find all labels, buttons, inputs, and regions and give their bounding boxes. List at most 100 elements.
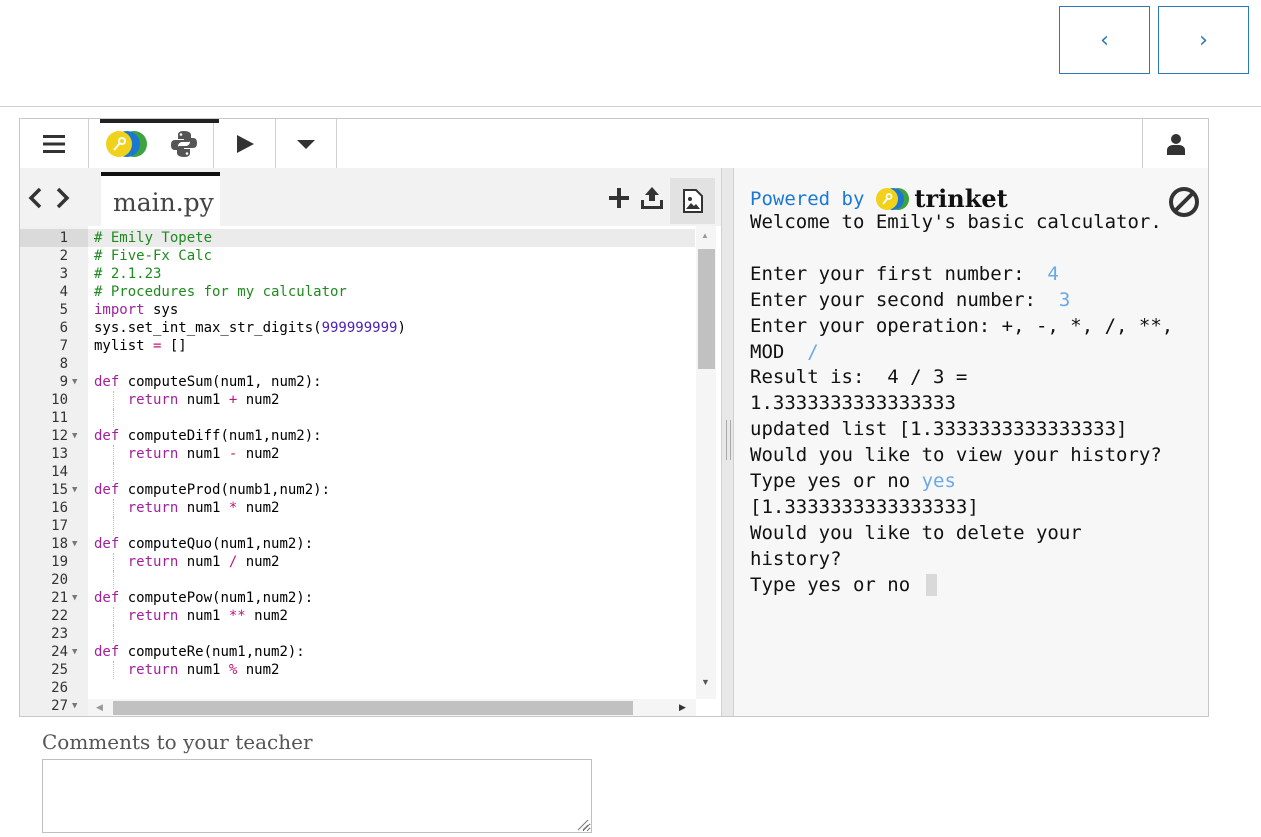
play-icon [236,134,254,153]
stop-icon[interactable] [1168,186,1200,218]
code-line[interactable]: 12 ▼ def computeDiff(num1,num2): [20,427,695,445]
code-token: def [94,482,120,498]
code-line[interactable]: 15 ▼ def computeProd(numb1,num2): [20,481,695,499]
code-token: return [127,392,179,408]
file-tab-bar: main.py [20,168,721,226]
line-number: 25 [51,662,68,678]
code-line[interactable]: 16 return num1 * num2 [20,499,695,517]
line-number: 5 [59,302,68,318]
horizontal-scroll-thumb[interactable] [113,701,633,715]
python-logo-icon[interactable] [170,130,198,158]
language-selector[interactable] [89,119,214,168]
code-text: # 2.1.23 [94,265,161,283]
trinket-logo-icon[interactable] [104,129,152,159]
line-number: 10 [51,392,68,408]
fold-toggle-icon[interactable]: ▼ [72,535,77,553]
splitter-grip-icon[interactable] [726,420,731,460]
code-token: # Emily Topete [94,230,213,246]
console-line: MOD / [750,339,819,365]
scroll-right-icon[interactable]: ▶ [679,702,686,713]
console-text: updated list [1.3333333333333333] [750,418,1128,441]
code-line[interactable]: 19 return num1 / num2 [20,553,695,571]
code-line[interactable]: 7 mylist = [] [20,337,695,355]
pane-splitter[interactable] [721,168,734,716]
code-token: computePow(num1,num2): [119,590,314,606]
console-output-pane[interactable]: Powered by trinket Welcome to Emily's ba… [734,168,1208,716]
code-line[interactable]: 17 [20,517,695,535]
code-token: computeSum(num1, num2): [119,374,322,390]
code-line[interactable]: 5 import sys [20,301,695,319]
code-text: return num1 % num2 [94,661,280,679]
fold-toggle-icon[interactable]: ▼ [72,481,77,499]
horizontal-scrollbar[interactable]: ◀ ▶ [88,699,696,716]
code-nav-arrows-icon[interactable] [26,186,72,210]
console-text: [1.3333333333333333] [750,495,979,518]
input-cursor[interactable] [925,574,937,597]
code-line[interactable]: 2 # Five-Fx Calc [20,247,695,265]
code-line[interactable]: 11 [20,409,695,427]
code-line[interactable]: 14 [20,463,695,481]
console-text: Enter your operation: +, -, *, /, **, [750,314,1174,337]
console-text: Type yes or no [750,470,922,492]
code-line[interactable]: 20 [20,571,695,589]
code-token: return [127,446,179,462]
console-text: Would you like to delete your [750,521,1082,544]
fold-toggle-icon[interactable]: ▼ [72,697,77,715]
code-line[interactable]: 10 return num1 + num2 [20,391,695,409]
code-line[interactable]: 4 # Procedures for my calculator [20,283,695,301]
line-number: 4 [59,284,68,300]
code-line[interactable]: 25 return num1 % num2 [20,661,695,679]
code-line[interactable]: 13 return num1 - num2 [20,445,695,463]
scroll-down-icon[interactable]: ▼ [701,677,710,687]
scroll-up-icon[interactable]: ▲ [701,231,709,240]
user-button[interactable] [1142,119,1208,168]
code-line[interactable]: 18 ▼ def computeQuo(num1,num2): [20,535,695,553]
code-token: computeRe(num1,num2): [119,644,305,660]
code-token: def [94,428,120,444]
add-file-icon[interactable] [609,188,629,208]
fold-toggle-icon[interactable]: ▼ [72,589,77,607]
code-line[interactable]: 1 # Emily Topete [20,229,695,247]
code-line[interactable]: 6 sys.set_int_max_str_digits(999999999) [20,319,695,337]
code-line[interactable]: 22 return num1 ** num2 [20,607,695,625]
user-input-text: yes [921,470,956,492]
fold-toggle-icon[interactable]: ▼ [72,427,77,445]
code-token: # 2.1.23 [94,266,162,282]
next-button[interactable]: › [1158,6,1249,74]
code-line[interactable]: 3 # 2.1.23 [20,265,695,283]
code-line[interactable]: 8 [20,355,695,373]
user-input-text: / [807,340,819,363]
vertical-scrollbar[interactable]: ▲ ▼ [696,226,716,699]
code-line[interactable]: 9 ▼ def computeSum(num1, num2): [20,373,695,391]
line-number: 27 [51,698,68,714]
run-button[interactable] [214,119,276,168]
code-line[interactable]: 24 ▼ def computeRe(num1,num2): [20,643,695,661]
code-area[interactable]: 1 # Emily Topete 2 # Five-Fx Calc 3 # 2.1.23 4… [20,226,721,716]
indent-guide [113,517,114,535]
code-line[interactable]: 23 [20,625,695,643]
resize-handle-icon[interactable] [576,818,589,831]
run-options-dropdown[interactable] [276,119,337,168]
scroll-left-icon[interactable]: ◀ [96,702,103,713]
code-text: def computeQuo(num1,num2): [94,535,313,553]
code-line[interactable]: 21 ▼ def computePow(num1,num2): [20,589,695,607]
menu-button[interactable] [20,119,89,168]
code-token: num2 [237,662,280,678]
code-text: return num1 - num2 [94,445,280,463]
indent-guide [113,625,114,643]
code-token: return [127,608,179,624]
image-button[interactable] [670,178,715,224]
code-token: sys [144,302,179,318]
code-token: num2 [237,500,280,516]
code-line[interactable]: 26 [20,679,695,697]
file-tab-main[interactable]: main.py [101,172,220,226]
comments-textarea[interactable] [42,759,592,833]
upload-icon[interactable] [640,186,664,210]
indent-guide [113,571,114,589]
fold-toggle-icon[interactable]: ▼ [72,643,77,661]
vertical-scroll-thumb[interactable] [698,249,715,369]
code-token: num1 [178,662,229,678]
fold-toggle-icon[interactable]: ▼ [72,373,77,391]
previous-button[interactable]: ‹ [1059,6,1150,74]
code-token: mylist [94,338,154,354]
